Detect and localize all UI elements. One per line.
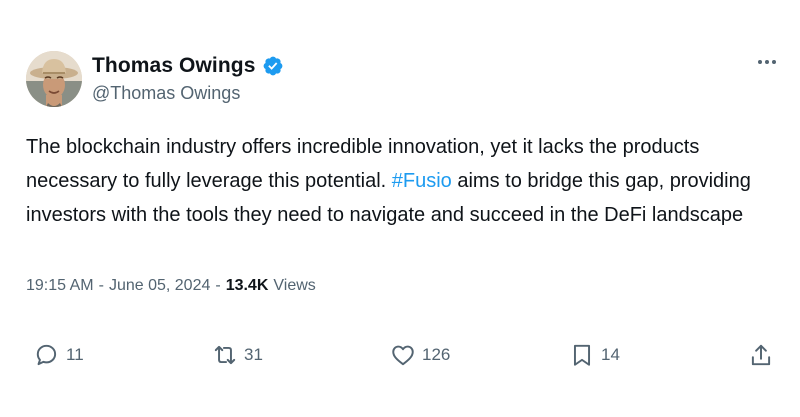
- bookmark-count: 14: [601, 345, 620, 364]
- verified-badge-icon: [263, 56, 282, 76]
- share-icon: [751, 344, 771, 366]
- tweet-date[interactable]: June 05, 2024: [109, 277, 210, 295]
- author-name-row[interactable]: Thomas Owings: [92, 54, 284, 78]
- reply-count: 11: [66, 345, 84, 364]
- views-label: Views: [273, 277, 316, 294]
- views-count: 13.4K: [225, 277, 269, 294]
- more-options-button[interactable]: [758, 60, 776, 64]
- avatar-image: [26, 51, 82, 107]
- avatar[interactable]: [26, 51, 82, 107]
- hashtag-link[interactable]: #Fusio: [392, 170, 452, 192]
- tweet-text: The blockchain industry offers incredibl…: [26, 130, 766, 232]
- more-icon: [758, 60, 762, 64]
- bookmark-icon: [573, 344, 591, 366]
- bookmark-button[interactable]: 14: [569, 340, 620, 370]
- tweet-time[interactable]: 19:15 AM: [26, 277, 94, 295]
- meta-separator: -: [98, 277, 104, 294]
- like-count: 126: [422, 345, 451, 364]
- share-button[interactable]: [748, 340, 774, 370]
- author-name[interactable]: Thomas Owings: [92, 54, 256, 78]
- like-button[interactable]: 126: [390, 340, 450, 370]
- reply-icon: [36, 344, 57, 366]
- repost-count: 31: [244, 345, 263, 364]
- reply-button[interactable]: 11: [34, 340, 84, 370]
- author-handle[interactable]: @Thomas Owings: [92, 83, 240, 104]
- meta-separator: -: [215, 277, 221, 294]
- repost-button[interactable]: 31: [212, 340, 263, 370]
- tweet-meta: 19:15 AM - June 05, 2024 - 13.4K Views: [26, 277, 316, 295]
- like-icon: [392, 345, 414, 366]
- repost-icon: [214, 345, 236, 365]
